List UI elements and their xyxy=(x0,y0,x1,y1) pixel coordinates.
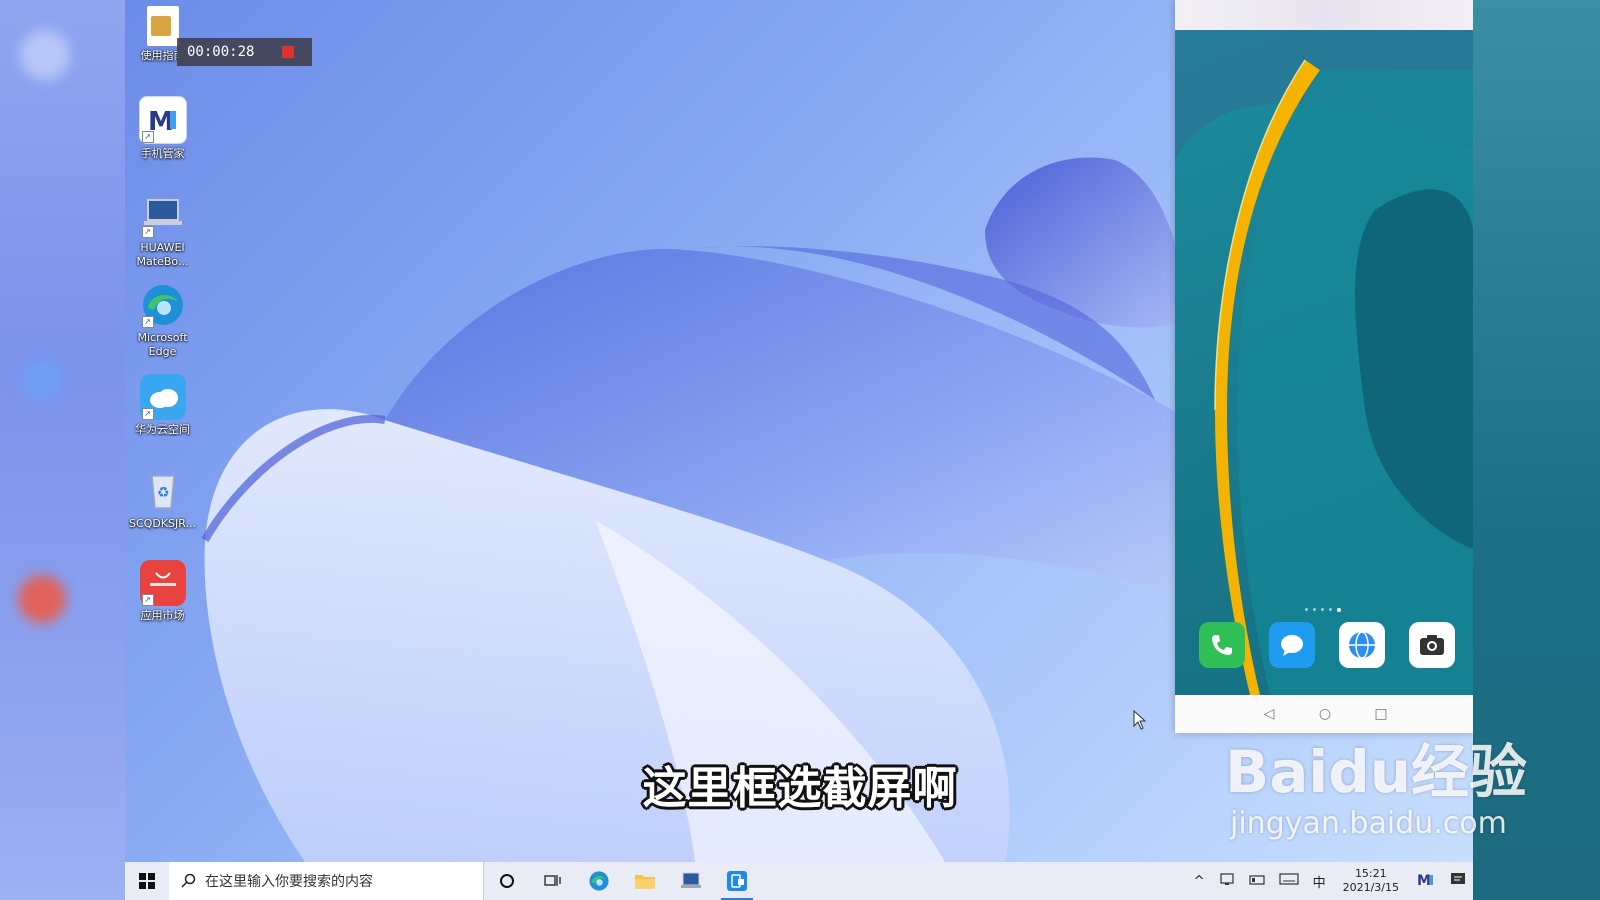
back-icon[interactable]: ◁ xyxy=(1259,706,1279,722)
desktop-icon-huawei-cloud[interactable]: ↗ 华为云空间 xyxy=(125,374,200,437)
phone-wallpaper xyxy=(1175,30,1475,695)
windows-logo-icon xyxy=(139,873,155,889)
phone-mirror-window[interactable]: ◁ ○ □ xyxy=(1175,0,1475,733)
desktop-icon-label: 华为云空间 xyxy=(135,423,190,436)
desktop-icon-label: 应用市场 xyxy=(140,609,185,622)
start-button[interactable] xyxy=(125,862,169,900)
edge-browser-icon xyxy=(589,871,609,891)
huawei-appgallery-icon: ↗ xyxy=(139,560,186,606)
svg-text:M: M xyxy=(1417,873,1431,887)
page-indicator xyxy=(1305,608,1341,612)
taskbar: 在这里输入你要搜索的内容 ^ 中 15:21 2021/3/15 M xyxy=(125,862,1473,900)
laptop-icon xyxy=(681,872,701,888)
shortcut-arrow-icon: ↗ xyxy=(141,316,154,328)
cortana-icon xyxy=(500,874,514,888)
show-hidden-icons-chevron[interactable]: ^ xyxy=(1187,874,1212,889)
phone-app-icon[interactable] xyxy=(1199,622,1245,668)
shortcut-arrow-icon: ↗ xyxy=(141,594,154,606)
system-tray: ^ 中 15:21 2021/3/15 M xyxy=(1187,862,1473,900)
recents-icon[interactable]: □ xyxy=(1371,706,1391,722)
tray-phone-manager-icon[interactable]: M xyxy=(1409,871,1443,891)
desktop-icon-label: SCQDKSJR... xyxy=(129,517,196,530)
taskbar-pc-manager[interactable] xyxy=(668,862,714,900)
phone-dock xyxy=(1199,622,1455,668)
task-view-button[interactable] xyxy=(530,862,576,900)
desktop-icon-label: Microsoft Edge xyxy=(137,331,188,358)
edge-browser-icon: ↗ xyxy=(140,282,186,328)
folder-icon xyxy=(635,875,655,889)
desktop-icon-app-gallery[interactable]: ↗ 应用市场 xyxy=(125,560,200,623)
tray-keyboard-icon[interactable] xyxy=(1272,872,1306,890)
watermark-url: jingyan.baidu.com xyxy=(1230,806,1507,841)
laptop-icon: ↗ xyxy=(140,192,186,238)
clock-date: 2021/3/15 xyxy=(1342,881,1399,894)
tray-network-icon[interactable] xyxy=(1212,871,1242,891)
home-icon[interactable]: ○ xyxy=(1315,706,1335,722)
desktop-icon-label: 手机管家 xyxy=(140,147,185,160)
phone-status-bar xyxy=(1175,0,1475,30)
watermark-brand: Baidu经验 xyxy=(1225,738,1528,806)
screen-recorder-bar[interactable]: 00:00:28 xyxy=(177,38,312,66)
task-view-icon xyxy=(544,875,561,886)
stop-recording-button[interactable] xyxy=(282,46,294,58)
taskbar-search-box[interactable]: 在这里输入你要搜索的内容 xyxy=(169,862,484,900)
recording-timer: 00:00:28 xyxy=(187,44,255,60)
phone-navigation-bar: ◁ ○ □ xyxy=(1175,695,1475,733)
taskbar-clock[interactable]: 15:21 2021/3/15 xyxy=(1333,867,1409,895)
taskbar-edge[interactable] xyxy=(576,862,622,900)
desktop-icon-label: HUAWEI MateBo... xyxy=(136,241,189,268)
svg-text:♻: ♻ xyxy=(157,485,170,501)
desktop-icon-recycle-bin[interactable]: ♻ SCQDKSJR... xyxy=(125,468,200,531)
desktop-icon-matebook[interactable]: ↗ HUAWEI MateBo... xyxy=(125,192,200,269)
clock-time: 15:21 xyxy=(1354,867,1387,880)
shortcut-arrow-icon: ↗ xyxy=(141,226,154,238)
cloud-icon: ↗ xyxy=(139,374,186,420)
search-icon xyxy=(181,873,196,888)
baidu-watermark: Baidu经验 jingyan.baidu.com xyxy=(1225,742,1527,841)
taskbar-phone-mirror[interactable] xyxy=(714,862,760,900)
tray-device-icon[interactable] xyxy=(1242,871,1272,891)
taskbar-file-explorer[interactable] xyxy=(622,862,668,900)
shortcut-arrow-icon: ↗ xyxy=(141,408,154,420)
phone-home-screen[interactable] xyxy=(1175,30,1475,695)
camera-app-icon[interactable] xyxy=(1409,622,1455,668)
phone-mirror-icon xyxy=(727,871,747,891)
document-icon xyxy=(146,6,179,46)
desktop-icon-phone-manager[interactable]: M ↗ 手机管家 xyxy=(125,96,200,161)
phone-manager-icon: M ↗ xyxy=(138,96,187,144)
recycle-bin-icon: ♻ xyxy=(140,468,186,514)
shortcut-arrow-icon: ↗ xyxy=(141,131,154,143)
search-placeholder: 在这里输入你要搜索的内容 xyxy=(205,874,373,890)
cortana-button[interactable] xyxy=(484,862,530,900)
desktop-icon-edge[interactable]: ↗ Microsoft Edge xyxy=(125,282,200,359)
messages-app-icon[interactable] xyxy=(1269,622,1315,668)
browser-app-icon[interactable] xyxy=(1339,622,1385,668)
ime-indicator[interactable]: 中 xyxy=(1306,872,1333,891)
mouse-cursor-icon xyxy=(1133,710,1147,730)
notification-center-icon[interactable] xyxy=(1443,871,1473,891)
